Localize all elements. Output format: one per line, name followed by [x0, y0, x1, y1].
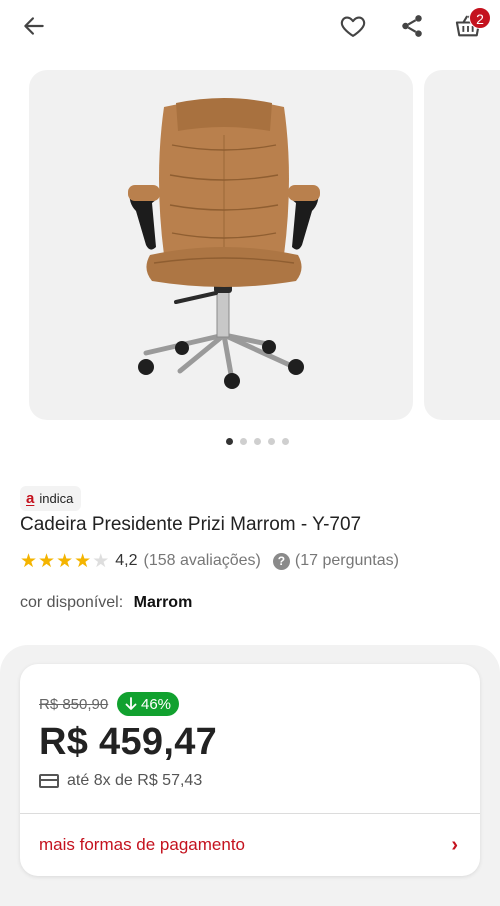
carousel-dot[interactable] [239, 438, 247, 445]
star-full-icon: ★ [74, 550, 92, 572]
share-icon[interactable] [394, 8, 430, 44]
carousel-dot[interactable] [253, 438, 261, 445]
color-selection: cor disponível: Marrom [20, 594, 192, 612]
payment-options-link[interactable]: mais formas de pagamento › [20, 814, 480, 876]
product-image-next[interactable] [424, 70, 500, 420]
credit-card-icon [39, 774, 59, 788]
top-bar: 2 [0, 0, 500, 54]
indica-logo-icon: a [26, 490, 35, 507]
arrow-left-icon[interactable] [16, 8, 52, 44]
payment-options-label: mais formas de pagamento [39, 835, 245, 854]
color-label: cor disponível: [20, 594, 124, 611]
star-full-icon: ★ [20, 550, 38, 572]
old-price: R$ 850,90 [39, 696, 109, 713]
arrow-down-icon [125, 697, 137, 710]
carousel-dot[interactable] [281, 438, 289, 445]
rating-stars: ★ ★ ★ ★ ★ [20, 552, 109, 571]
carousel-dots [0, 438, 500, 448]
rating-value: 4,2 [115, 552, 138, 569]
installments-info: até 8x de R$ 57,43 [39, 772, 202, 790]
color-value: Marrom [133, 594, 193, 611]
question-bubble-icon: ? [272, 552, 290, 570]
reviews-link[interactable]: (158 avaliações) [143, 552, 260, 570]
star-full-icon: ★ [38, 550, 56, 572]
star-full-icon: ★ [56, 550, 74, 572]
chevron-right-icon: › [451, 833, 458, 856]
cart-count-badge: 2 [469, 7, 491, 29]
carousel-dot[interactable] [225, 438, 233, 445]
price-card: R$ 850,90 46% R$ 459,47 até 8x de R$ 57,… [20, 664, 480, 876]
rating-row: ★ ★ ★ ★ ★ 4,2 (158 avaliações) ? (17 per… [20, 550, 399, 572]
indica-badge: a indica [20, 486, 82, 511]
discount-badge: 46% [117, 692, 180, 716]
indica-badge-label: indica [39, 491, 74, 506]
current-price: R$ 459,47 [39, 721, 218, 763]
product-title: Cadeira Presidente Prizi Marrom - Y-707 [20, 514, 362, 535]
product-image-main[interactable] [29, 70, 413, 420]
product-image-carousel[interactable] [0, 70, 500, 422]
star-empty-icon: ★ [92, 550, 110, 572]
installments-text: até 8x de R$ 57,43 [67, 772, 203, 789]
office-chair-image [128, 98, 320, 389]
discount-value: 46% [141, 695, 172, 713]
heart-icon[interactable] [335, 8, 371, 44]
carousel-dot[interactable] [267, 438, 275, 445]
questions-link[interactable]: (17 perguntas) [295, 552, 399, 570]
